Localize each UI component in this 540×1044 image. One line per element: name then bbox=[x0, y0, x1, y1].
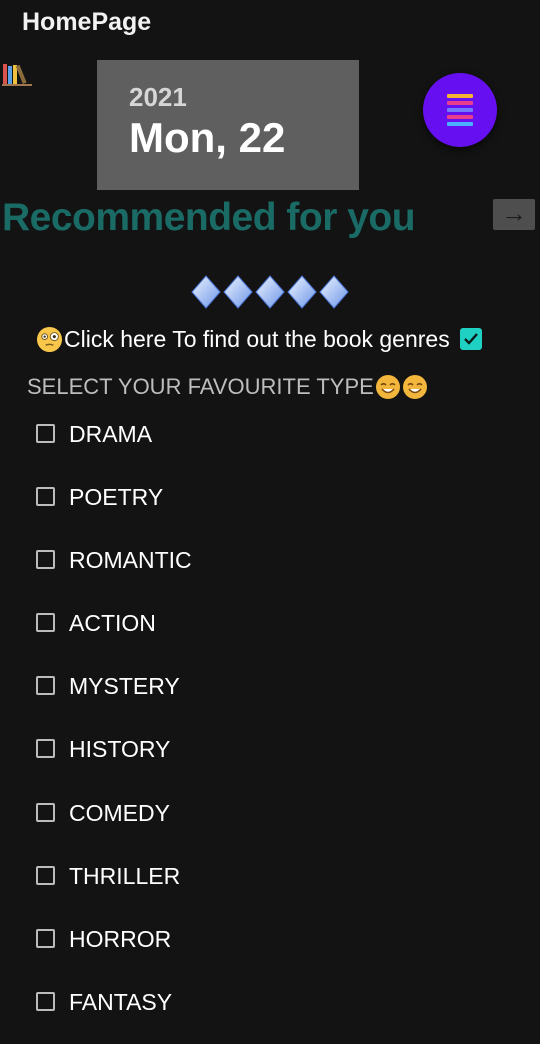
genre-option-action[interactable]: ACTION bbox=[36, 602, 192, 665]
genre-label: COMEDY bbox=[69, 799, 170, 826]
genre-option-fantasy[interactable]: FANTASY bbox=[36, 981, 192, 1044]
genre-label: ACTION bbox=[69, 610, 156, 637]
app-title: HomePage bbox=[22, 8, 152, 36]
smiling-emoji-icon bbox=[375, 375, 400, 399]
checkbox[interactable] bbox=[36, 613, 55, 633]
menu-lines-icon bbox=[447, 122, 473, 126]
genre-label: FANTASY bbox=[69, 988, 173, 1015]
genre-option-romantic[interactable]: ROMANTIC bbox=[36, 539, 192, 602]
face-emoji-icon bbox=[36, 326, 63, 352]
menu-lines-icon bbox=[447, 94, 473, 98]
genre-option-history[interactable]: HISTORY bbox=[36, 728, 192, 791]
genre-option-poetry[interactable]: POETRY bbox=[36, 476, 192, 539]
menu-fab-button[interactable] bbox=[423, 73, 497, 147]
checkbox[interactable] bbox=[36, 676, 55, 696]
genre-label: ROMANTIC bbox=[69, 547, 192, 574]
recommended-heading: Recommended for you bbox=[2, 196, 416, 239]
checkbox[interactable] bbox=[36, 487, 55, 507]
checkbox[interactable] bbox=[36, 739, 55, 759]
genre-option-mystery[interactable]: MYSTERY bbox=[36, 665, 192, 728]
next-arrow-button[interactable]: → bbox=[493, 199, 535, 230]
genre-toggle-checkbox[interactable] bbox=[459, 328, 482, 350]
checkbox[interactable] bbox=[36, 991, 55, 1011]
date-year: 2021 bbox=[129, 82, 187, 112]
select-heading-label: SELECT YOUR FAVOURITE TYPE bbox=[27, 374, 374, 399]
genre-label: MYSTERY bbox=[69, 673, 180, 700]
genre-option-thriller[interactable]: THRILLER bbox=[36, 855, 192, 918]
checkbox[interactable] bbox=[36, 550, 55, 570]
genre-label: THRILLER bbox=[69, 862, 181, 889]
genre-label: DRAMA bbox=[69, 421, 153, 447]
smiling-emoji-icon bbox=[402, 375, 427, 399]
select-heading: SELECT YOUR FAVOURITE TYPE bbox=[27, 372, 428, 402]
menu-lines-icon bbox=[447, 101, 473, 105]
genre-option-drama[interactable]: DRAMA bbox=[36, 413, 192, 476]
menu-lines-icon bbox=[447, 115, 473, 119]
diamonds-icon bbox=[191, 275, 349, 309]
date-day: Mon, 22 bbox=[129, 114, 286, 161]
checkbox[interactable] bbox=[36, 928, 55, 948]
genre-label: HISTORY bbox=[69, 736, 171, 763]
genre-option-horror[interactable]: HORROR bbox=[36, 918, 192, 981]
books-icon bbox=[2, 64, 32, 86]
genre-label: HORROR bbox=[69, 925, 172, 952]
genre-label: POETRY bbox=[69, 484, 164, 511]
genre-toggle[interactable]: Click here To find out the book genres bbox=[36, 322, 500, 356]
date-card: 2021 Mon, 22 bbox=[97, 60, 359, 190]
checkbox[interactable] bbox=[36, 802, 55, 822]
menu-lines-icon bbox=[447, 108, 473, 112]
checkbox[interactable] bbox=[36, 865, 55, 885]
checkbox[interactable] bbox=[36, 424, 55, 443]
genre-option-comedy[interactable]: COMEDY bbox=[36, 792, 192, 855]
genre-list: DRAMA POETRY ROMANTIC ACTION MYSTERY HIS… bbox=[36, 413, 192, 1044]
genre-toggle-label: Click here To find out the book genres bbox=[64, 325, 450, 352]
checkmark-icon bbox=[463, 333, 478, 345]
